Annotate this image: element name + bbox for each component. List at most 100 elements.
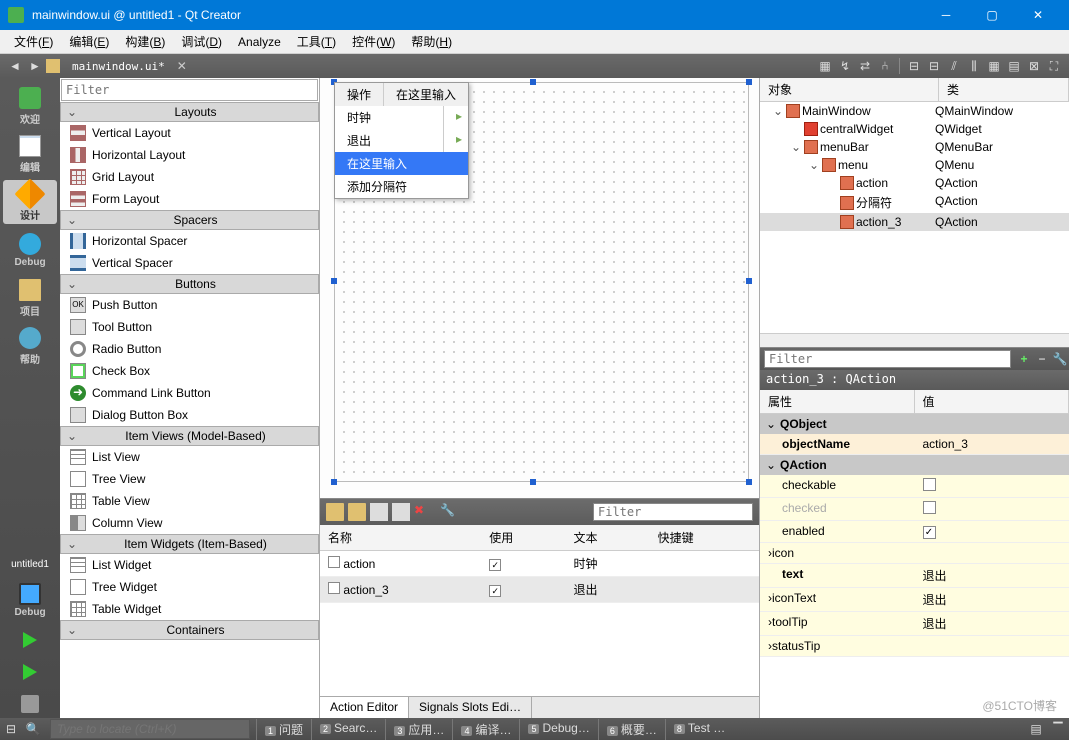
widget-tree-view[interactable]: Tree View (60, 468, 319, 490)
delete-action-icon[interactable]: ✖ (414, 503, 432, 521)
prop-statusTip[interactable]: ›statusTip (760, 636, 1069, 657)
widget-tree-widget[interactable]: Tree Widget (60, 576, 319, 598)
widget-cat-Containers[interactable]: ⌄Containers (60, 620, 319, 640)
layout-form-icon[interactable]: ▤ (1005, 57, 1023, 75)
widget-dialog-button-box[interactable]: Dialog Button Box (60, 404, 319, 426)
mode-welcome[interactable]: 欢迎 (3, 84, 57, 128)
mode-edit[interactable]: 编辑 (3, 132, 57, 176)
prop-icon[interactable]: ›icon (760, 543, 1069, 564)
widget-vertical-spacer[interactable]: Vertical Spacer (60, 252, 319, 274)
twisty-icon[interactable]: ⌄ (808, 158, 820, 172)
menu-文件(F)[interactable]: 文件(F) (6, 30, 61, 53)
pe-col-value[interactable]: 值 (915, 390, 1069, 413)
twisty-icon[interactable]: ⌄ (790, 140, 802, 154)
widget-radio-button[interactable]: Radio Button (60, 338, 319, 360)
menu-item-exit[interactable]: 退出 (335, 129, 444, 152)
run-button[interactable] (3, 626, 57, 654)
status-tab-6[interactable]: 6概要… (598, 719, 665, 740)
prop-checked[interactable]: checked (760, 498, 1069, 521)
expand-icon[interactable]: › (768, 615, 772, 629)
mode-design[interactable]: 设计 (3, 180, 57, 224)
adjust-size-icon[interactable]: ⛶ (1045, 57, 1063, 75)
widget-list-view[interactable]: List View (60, 446, 319, 468)
add-prop-icon[interactable]: + (1015, 350, 1033, 368)
layout-h-icon[interactable]: ⊟ (905, 57, 923, 75)
menu-dropdown[interactable]: 操作 在这里输入 时钟 ▸ 退出 ▸ 在这里输入 添加分隔符 (334, 82, 469, 199)
menu-调试(D)[interactable]: 调试(D) (173, 30, 230, 53)
menu-title[interactable]: 操作 (335, 83, 384, 106)
debug-run-button[interactable] (3, 658, 57, 686)
widget-table-view[interactable]: Table View (60, 490, 319, 512)
twisty-icon[interactable]: ⌄ (772, 104, 784, 118)
status-tab-2[interactable]: 2Searc… (311, 719, 385, 740)
checkbox-icon[interactable]: ✓ (489, 559, 501, 571)
widget-tool-button[interactable]: Tool Button (60, 316, 319, 338)
configure-icon[interactable]: 🔧 (440, 503, 458, 521)
prop-cat-QAction[interactable]: ⌄QAction (760, 455, 1069, 475)
edit-signals-icon[interactable]: ↯ (836, 57, 854, 75)
prop-toolTip[interactable]: ›toolTip退出 (760, 612, 1069, 636)
widget-horizontal-spacer[interactable]: Horizontal Spacer (60, 230, 319, 252)
menu-Analyze[interactable]: Analyze (230, 32, 289, 52)
menu-控件(W)[interactable]: 控件(W) (344, 30, 403, 53)
menu-type-here[interactable]: 在这里输入 (384, 83, 468, 106)
break-layout-icon[interactable]: ⊠ (1025, 57, 1043, 75)
edit-taborder-icon[interactable]: ⑃ (876, 57, 894, 75)
menu-item-type-here[interactable]: 在这里输入 (335, 152, 468, 175)
open-action-icon[interactable] (348, 503, 366, 521)
action-row-action[interactable]: action✓时钟 (320, 551, 759, 577)
new-action-icon[interactable] (326, 503, 344, 521)
copy-action-icon[interactable] (370, 503, 388, 521)
prop-text[interactable]: text退出 (760, 564, 1069, 588)
obj-MainWindow[interactable]: ⌄MainWindowQMainWindow (760, 102, 1069, 120)
maximize-button[interactable]: ▢ (969, 0, 1015, 30)
breadcrumb[interactable]: mainwindow.ui* (66, 60, 171, 73)
action-table[interactable]: 名称使用文本快捷键 action✓时钟 action_3✓退出 (320, 525, 759, 696)
menu-item-clock[interactable]: 时钟 (335, 106, 444, 129)
widget-list-widget[interactable]: List Widget (60, 554, 319, 576)
checkbox-icon[interactable] (923, 478, 936, 491)
checkbox-icon[interactable] (328, 582, 340, 594)
nav-back-icon[interactable]: ◄ (6, 57, 24, 75)
menu-item-add-separator[interactable]: 添加分隔符 (335, 175, 468, 198)
minimize-button[interactable]: ─ (923, 0, 969, 30)
checkbox-icon[interactable]: ✓ (489, 585, 501, 597)
expand-icon[interactable]: › (768, 546, 772, 560)
toggle-bottom-icon[interactable]: ▔ (1049, 720, 1067, 738)
mode-projects[interactable]: 项目 (3, 276, 57, 320)
edit-buddies-icon[interactable]: ⇄ (856, 57, 874, 75)
action-row-action_3[interactable]: action_3✓退出 (320, 577, 759, 603)
obj-menu[interactable]: ⌄menuQMenu (760, 156, 1069, 174)
widget-vertical-layout[interactable]: Vertical Layout (60, 122, 319, 144)
widget-form-layout[interactable]: Form Layout (60, 188, 319, 210)
widgetbox-list[interactable]: ⌄LayoutsVertical LayoutHorizontal Layout… (60, 102, 319, 718)
object-tree[interactable]: ⌄MainWindowQMainWindowcentralWidgetQWidg… (760, 102, 1069, 333)
obj-action[interactable]: actionQAction (760, 174, 1069, 192)
menu-帮助(H)[interactable]: 帮助(H) (403, 30, 460, 53)
widgetbox-filter-input[interactable] (61, 79, 318, 101)
prop-checkable[interactable]: checkable (760, 475, 1069, 498)
action-filter-input[interactable] (593, 503, 753, 521)
search-icon[interactable]: 🔍 (24, 720, 42, 738)
layout-hsplit-icon[interactable]: ⫽ (945, 57, 963, 75)
oi-scrollbar[interactable] (760, 333, 1069, 347)
prop-cat-QObject[interactable]: ⌄QObject (760, 414, 1069, 434)
status-tab-1[interactable]: 1问题 (256, 719, 311, 740)
widget-grid-layout[interactable]: Grid Layout (60, 166, 319, 188)
widget-cat-Layouts[interactable]: ⌄Layouts (60, 102, 319, 122)
layout-vsplit-icon[interactable]: ⫼ (965, 57, 983, 75)
layout-grid-icon[interactable]: ▦ (985, 57, 1003, 75)
checkbox-icon[interactable] (923, 501, 936, 514)
status-tab-8[interactable]: 8Test … (665, 719, 733, 740)
locator-input[interactable] (50, 719, 250, 739)
prop-objectName[interactable]: objectNameaction_3 (760, 434, 1069, 455)
edit-widgets-icon[interactable]: ▦ (816, 57, 834, 75)
layout-v-icon[interactable]: ⊟ (925, 57, 943, 75)
ae-tab-0[interactable]: Action Editor (320, 697, 409, 718)
status-tab-4[interactable]: 4编译… (452, 719, 519, 740)
obj-分隔符[interactable]: 分隔符QAction (760, 192, 1069, 213)
form-canvas[interactable]: 操作 在这里输入 时钟 ▸ 退出 ▸ 在这里输入 添加分隔符 (320, 78, 759, 498)
expand-icon[interactable]: › (768, 639, 772, 653)
mode-help[interactable]: 帮助 (3, 324, 57, 368)
status-tab-3[interactable]: 3应用… (385, 719, 452, 740)
